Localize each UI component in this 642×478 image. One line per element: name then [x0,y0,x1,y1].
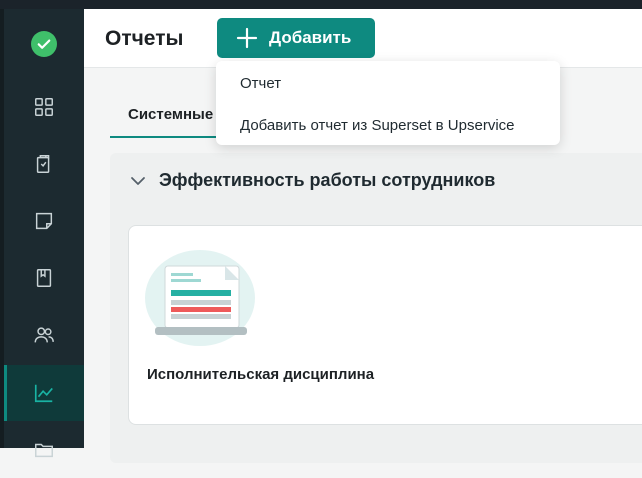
sidebar-item-reports[interactable] [4,365,84,421]
book-icon [36,269,52,287]
chevron-down-icon[interactable] [130,175,146,187]
tab-system-label: Системные [128,106,214,123]
page-header: Отчеты Добавить [84,9,642,68]
chart-icon [34,384,53,403]
dashboard-grid-icon [35,98,53,116]
sidebar-item-files[interactable] [4,422,84,478]
sidebar-item-logo[interactable] [4,16,84,72]
add-dropdown-menu: Отчет Добавить отчет из Superset в Upser… [216,61,560,145]
menu-item-add-superset-report[interactable]: Добавить отчет из Superset в Upservice [216,107,560,143]
sidebar-item-team[interactable] [4,307,84,363]
sidebar [0,9,84,458]
add-button[interactable]: Добавить [217,18,375,58]
report-illustration-icon [145,250,255,346]
menu-item-report[interactable]: Отчет [216,65,560,101]
sidebar-item-knowledge[interactable] [4,250,84,306]
add-button-label: Добавить [269,28,352,47]
clipboard-icon [36,155,50,173]
note-icon [35,212,53,230]
users-icon [34,327,54,343]
page-title: Отчеты [105,27,184,50]
sidebar-item-dashboard[interactable] [4,79,84,135]
folder-icon [35,443,53,458]
report-card-title: Исполнительская дисциплина [147,366,375,383]
logo-check-icon [31,31,57,57]
section-title[interactable]: Эффективность работы сотрудников [159,170,495,191]
sidebar-item-tasks[interactable] [4,136,84,192]
report-card[interactable]: Исполнительская дисциплина [128,225,642,425]
window-top-strip [0,0,642,9]
sidebar-item-notes[interactable] [4,193,84,249]
plus-icon [236,27,258,49]
